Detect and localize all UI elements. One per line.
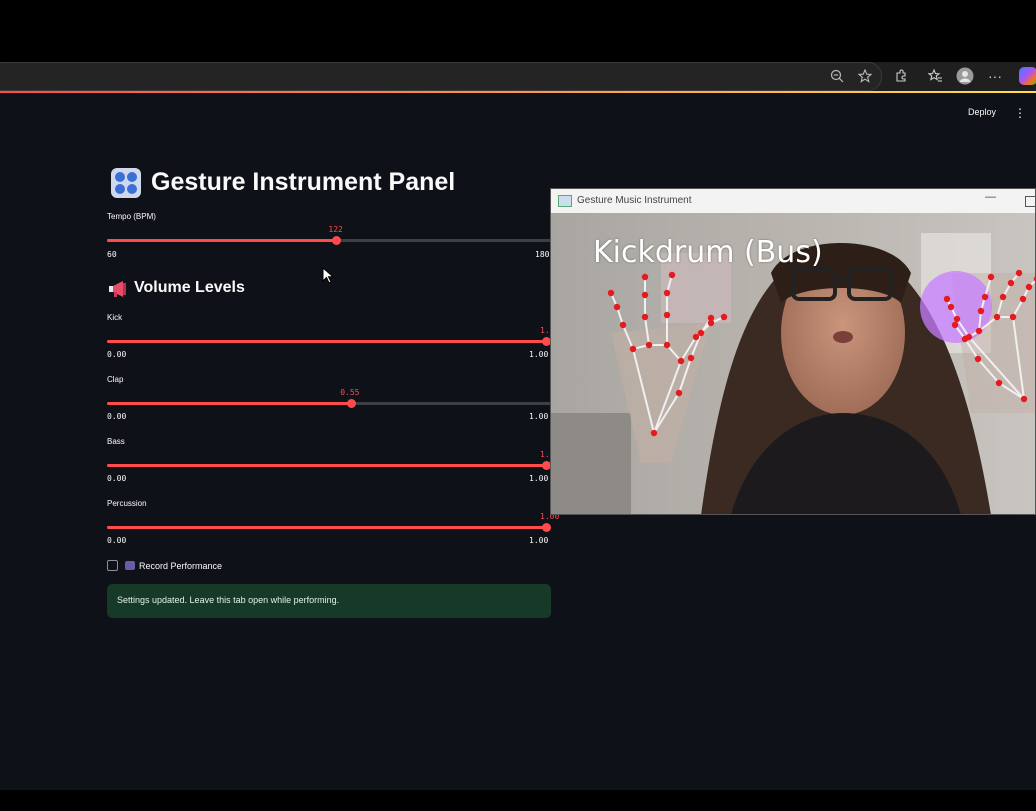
tempo-max: 180 <box>535 250 550 259</box>
screen-top-bar <box>0 0 1036 62</box>
bass-slider[interactable] <box>107 461 551 470</box>
landmark-point <box>951 321 959 329</box>
landmark-point <box>943 295 951 303</box>
landmark-point <box>1019 295 1027 303</box>
slider-fill <box>107 464 551 467</box>
landmark-point <box>1025 283 1033 291</box>
landmark-point <box>965 333 973 341</box>
extensions-icon[interactable] <box>891 66 911 86</box>
landmark-point <box>987 273 995 281</box>
maximize-icon[interactable] <box>1025 196 1035 207</box>
landmark-point <box>720 313 728 321</box>
favorites-icon[interactable] <box>925 66 945 86</box>
page-title: Gesture Instrument Panel <box>151 168 456 196</box>
percussion-slider[interactable] <box>107 523 551 532</box>
tempo-value: 122 <box>328 225 343 234</box>
kick-min: 0.00 <box>107 350 127 359</box>
clap-value: 0.55 <box>340 388 360 397</box>
landmark-point <box>607 289 615 297</box>
landmark-point <box>707 319 715 327</box>
landmark-point <box>995 379 1003 387</box>
landmark-point <box>663 311 671 319</box>
kebab-icon[interactable]: ⋮ <box>1014 106 1026 120</box>
clap-min: 0.00 <box>107 412 127 421</box>
camera-window-title: Gesture Music Instrument <box>577 195 692 206</box>
slider-fill <box>107 239 337 242</box>
landmark-point <box>974 355 982 363</box>
landmark-point <box>1020 395 1028 403</box>
landmark-point <box>645 341 653 349</box>
clap-max: 1.00 <box>529 412 549 421</box>
deploy-button[interactable]: Deploy <box>968 107 996 117</box>
volume-levels-heading: Volume Levels <box>134 279 245 296</box>
megaphone-emoji <box>109 281 126 297</box>
clap-slider[interactable] <box>107 399 551 408</box>
landmark-point <box>629 345 637 353</box>
slider-fill <box>107 340 551 343</box>
landmark-point <box>619 321 627 329</box>
success-alert: Settings updated. Leave this tab open wh… <box>107 584 551 618</box>
record-label[interactable]: Record Performance <box>139 561 222 571</box>
percussion-min: 0.00 <box>107 536 127 545</box>
record-checkbox[interactable] <box>107 560 118 571</box>
film-emoji <box>125 561 135 570</box>
landmark-point <box>663 289 671 297</box>
tempo-min: 60 <box>107 250 117 259</box>
landmark-point <box>675 389 683 397</box>
kick-slider[interactable] <box>107 337 551 346</box>
landmark-point <box>947 303 955 311</box>
landmark-point <box>1009 313 1017 321</box>
control-knobs-emoji <box>111 168 141 198</box>
mouth <box>833 331 853 343</box>
more-icon[interactable]: ··· <box>985 66 1005 86</box>
landmark-point <box>668 271 676 279</box>
clap-label: Clap <box>107 375 124 384</box>
landmark-point <box>975 327 983 335</box>
tempo-label: Tempo (BPM) <box>107 212 156 221</box>
landmark-point <box>677 357 685 365</box>
landmark-point <box>613 303 621 311</box>
minimize-icon[interactable]: — <box>985 191 996 203</box>
landmark-point <box>687 354 695 362</box>
slider-fill <box>107 526 551 529</box>
camera-window-titlebar[interactable]: Gesture Music Instrument — <box>551 189 1035 213</box>
landmark-point <box>953 315 961 323</box>
tempo-slider[interactable] <box>107 236 551 245</box>
slider-thumb[interactable] <box>542 523 551 532</box>
landmark-point <box>641 313 649 321</box>
landmark-point <box>641 273 649 281</box>
detected-sound-label: Kickdrum (Bus) <box>593 235 823 270</box>
landmark-point <box>1015 269 1023 277</box>
screen-bottom-bar <box>0 790 1036 811</box>
mouse-cursor-icon <box>322 267 334 284</box>
landmark-point <box>663 341 671 349</box>
address-bar[interactable] <box>0 62 882 91</box>
zoom-out-icon[interactable] <box>827 66 847 86</box>
landmark-point <box>692 333 700 341</box>
percussion-label: Percussion <box>107 499 147 508</box>
landmark-point <box>981 293 989 301</box>
slider-fill <box>107 402 352 405</box>
landmark-point <box>977 307 985 315</box>
background-furniture <box>551 413 631 514</box>
bass-min: 0.00 <box>107 474 127 483</box>
star-icon[interactable] <box>855 66 875 86</box>
kick-label: Kick <box>107 313 123 322</box>
window-app-icon <box>558 195 572 207</box>
landmark-point <box>1007 279 1015 287</box>
bass-max: 1.00 <box>529 474 549 483</box>
landmark-point <box>650 429 658 437</box>
camera-window: Gesture Music Instrument — Kickdrum (Bus… <box>550 188 1036 515</box>
copilot-icon[interactable] <box>1019 67 1036 85</box>
landmark-point <box>641 291 649 299</box>
profile-icon[interactable] <box>955 66 975 86</box>
landmark-point <box>697 329 705 337</box>
kick-max: 1.00 <box>529 350 549 359</box>
bass-label: Bass <box>107 437 125 446</box>
landmark-point <box>999 293 1007 301</box>
percussion-max: 1.00 <box>529 536 549 545</box>
landmark-point <box>993 313 1001 321</box>
